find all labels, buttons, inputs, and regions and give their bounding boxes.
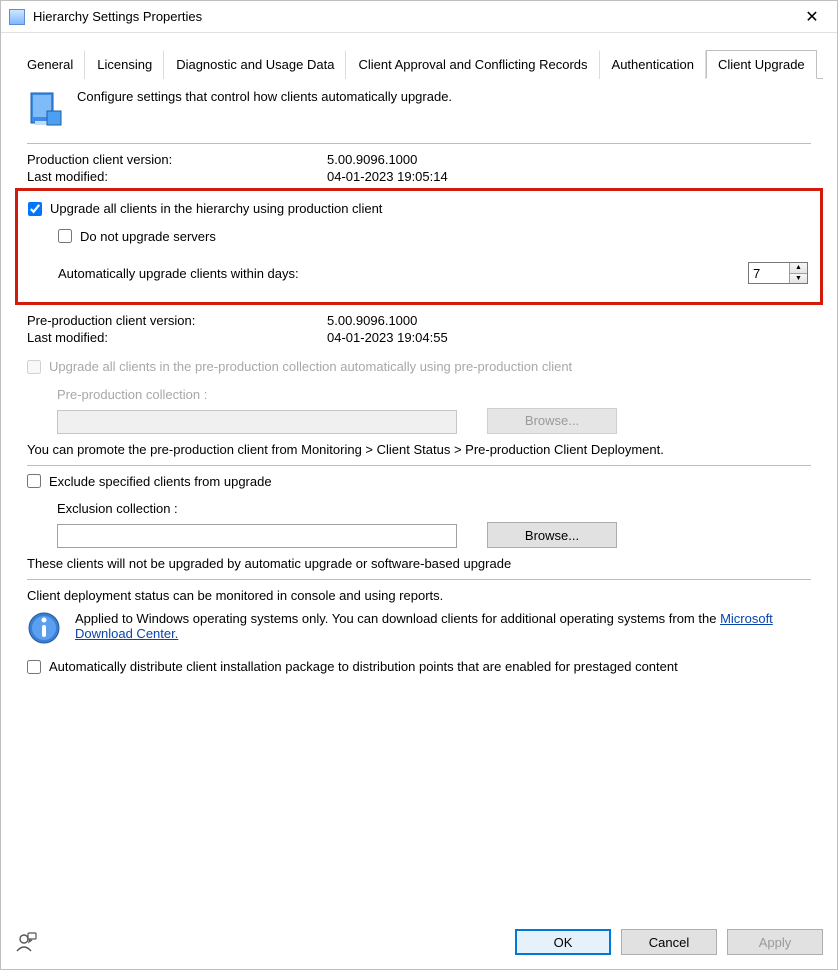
exclude-checkbox-input[interactable] (27, 474, 41, 488)
preprod-modified-value: 04-01-2023 19:04:55 (327, 330, 811, 345)
preprod-upgrade-all-checkbox: Upgrade all clients in the pre-productio… (27, 359, 572, 374)
os-info-row: Applied to Windows operating systems onl… (27, 611, 811, 645)
spinner-up-icon[interactable]: ▲ (790, 263, 807, 274)
no-servers-checkbox-input[interactable] (58, 229, 72, 243)
prod-version-row: Production client version: 5.00.9096.100… (27, 152, 811, 167)
preprod-version-label: Pre-production client version: (27, 313, 327, 328)
exclusion-collection-label: Exclusion collection : (57, 501, 178, 516)
preprod-browse-button: Browse... (487, 408, 617, 434)
tab-panel-client-upgrade: Configure settings that control how clie… (15, 79, 823, 909)
prod-modified-label: Last modified: (27, 169, 327, 184)
exclude-note: These clients will not be upgraded by au… (27, 556, 811, 571)
tab-licensing[interactable]: Licensing (85, 50, 164, 79)
preprod-collection-label: Pre-production collection : (57, 387, 207, 402)
feedback-icon[interactable] (15, 931, 37, 953)
days-input[interactable] (749, 263, 789, 283)
titlebar: Hierarchy Settings Properties ✕ (1, 1, 837, 33)
no-servers-label: Do not upgrade servers (80, 229, 216, 244)
no-servers-checkbox[interactable]: Do not upgrade servers (58, 229, 216, 244)
deploy-status-text: Client deployment status can be monitore… (27, 588, 811, 603)
prod-modified-value: 04-01-2023 19:05:14 (327, 169, 811, 184)
client-area: General Licensing Diagnostic and Usage D… (1, 33, 837, 919)
close-icon: ✕ (805, 7, 818, 27)
apply-button: Apply (727, 929, 823, 955)
preprod-modified-label: Last modified: (27, 330, 327, 345)
separator (27, 143, 811, 144)
separator (27, 465, 811, 466)
tab-client-approval[interactable]: Client Approval and Conflicting Records (346, 50, 599, 79)
days-label: Automatically upgrade clients within day… (58, 266, 299, 281)
close-button[interactable]: ✕ (789, 2, 835, 32)
exclude-label: Exclude specified clients from upgrade (49, 474, 272, 489)
highlighted-section: Upgrade all clients in the hierarchy usi… (15, 188, 823, 305)
tab-general[interactable]: General (15, 50, 85, 79)
prod-version-label: Production client version: (27, 152, 327, 167)
preprod-version-value: 5.00.9096.1000 (327, 313, 811, 328)
intro-row: Configure settings that control how clie… (27, 87, 811, 135)
client-upgrade-icon (27, 89, 63, 129)
window-title: Hierarchy Settings Properties (33, 9, 789, 24)
spinner-down-icon[interactable]: ▼ (790, 274, 807, 284)
prod-modified-row: Last modified: 04-01-2023 19:05:14 (27, 169, 811, 184)
upgrade-all-label: Upgrade all clients in the hierarchy usi… (50, 201, 382, 216)
preprod-modified-row: Last modified: 04-01-2023 19:04:55 (27, 330, 811, 345)
os-note-prefix: Applied to Windows operating systems onl… (75, 611, 720, 626)
preprod-version-row: Pre-production client version: 5.00.9096… (27, 313, 811, 328)
tab-diagnostic[interactable]: Diagnostic and Usage Data (164, 50, 346, 79)
upgrade-all-checkbox[interactable]: Upgrade all clients in the hierarchy usi… (28, 201, 382, 216)
os-note: Applied to Windows operating systems onl… (75, 611, 811, 641)
auto-distribute-label: Automatically distribute client installa… (49, 659, 678, 674)
auto-distribute-checkbox-input[interactable] (27, 660, 41, 674)
upgrade-all-checkbox-input[interactable] (28, 202, 42, 216)
prod-version-value: 5.00.9096.1000 (327, 152, 811, 167)
intro-text: Configure settings that control how clie… (77, 89, 452, 104)
preprod-upgrade-all-checkbox-input (27, 360, 41, 374)
ok-button[interactable]: OK (515, 929, 611, 955)
separator (27, 579, 811, 580)
exclusion-collection-input[interactable] (57, 524, 457, 548)
tab-strip: General Licensing Diagnostic and Usage D… (15, 49, 823, 79)
days-spinner[interactable]: ▲ ▼ (748, 262, 808, 284)
preprod-upgrade-all-label: Upgrade all clients in the pre-productio… (49, 359, 572, 374)
exclusion-browse-button[interactable]: Browse... (487, 522, 617, 548)
days-spinner-buttons: ▲ ▼ (789, 263, 807, 283)
tab-authentication[interactable]: Authentication (600, 50, 706, 79)
info-icon (27, 611, 61, 645)
app-icon (9, 9, 25, 25)
cancel-button[interactable]: Cancel (621, 929, 717, 955)
preprod-collection-input (57, 410, 457, 434)
preprod-promote-note: You can promote the pre-production clien… (27, 442, 811, 457)
tab-client-upgrade[interactable]: Client Upgrade (706, 50, 817, 79)
auto-distribute-checkbox[interactable]: Automatically distribute client installa… (27, 659, 678, 674)
dialog-window: Hierarchy Settings Properties ✕ General … (0, 0, 838, 970)
exclude-checkbox[interactable]: Exclude specified clients from upgrade (27, 474, 272, 489)
dialog-footer: OK Cancel Apply (1, 919, 837, 969)
